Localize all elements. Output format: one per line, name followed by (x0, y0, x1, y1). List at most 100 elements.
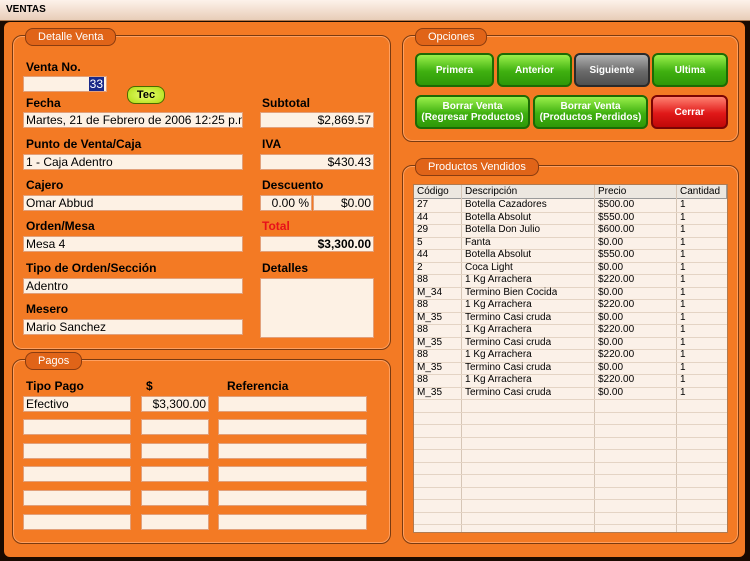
cell-precio: $0.00 (598, 286, 624, 298)
pago-monto-field[interactable] (141, 443, 209, 459)
header-codigo[interactable]: Código (414, 185, 462, 199)
header-cantidad[interactable]: Cantidad (677, 185, 727, 199)
table-row[interactable]: 88 1 Kg Arrachera $220.00 1 (414, 324, 727, 338)
subtotal-label: Subtotal (262, 96, 310, 110)
borrar-perdidos-button[interactable]: Borrar Venta (Productos Perdidos) (533, 95, 648, 129)
siguiente-button[interactable]: Siguiente (574, 53, 650, 87)
detalle-venta-panel: Detalle Venta Venta No. 33 Tec Fecha Mar… (12, 28, 391, 350)
table-row[interactable] (414, 449, 727, 463)
table-row[interactable]: 88 1 Kg Arrachera $220.00 1 (414, 349, 727, 363)
descuento-pct-field[interactable]: 0.00 % (260, 195, 312, 211)
header-descripcion[interactable]: Descripción (462, 185, 595, 199)
table-row[interactable]: 44 Botella Absolut $550.00 1 (414, 212, 727, 225)
pago-referencia-field[interactable] (218, 419, 367, 435)
table-row[interactable]: 44 Botella Absolut $550.00 1 (414, 249, 727, 263)
pago-referencia-field[interactable] (218, 466, 367, 482)
borrar-regresar-button[interactable]: Borrar Venta (Regresar Productos) (415, 95, 530, 129)
cell-descripcion: Botella Don Julio (465, 224, 541, 235)
venta-no-input[interactable]: 33 (23, 76, 107, 92)
cell-descripcion: 1 Kg Arrachera (465, 349, 532, 360)
borrar-regresar-line1: Borrar Venta (442, 101, 503, 112)
table-row[interactable]: M_35 Termino Casi cruda $0.00 1 (414, 361, 727, 375)
pago-tipo-field[interactable] (23, 443, 131, 459)
pago-tipo-field[interactable] (23, 514, 131, 530)
cell-descripcion: 1 Kg Arrachera (465, 374, 532, 385)
cell-precio: $0.00 (598, 261, 624, 273)
pago-tipo-field[interactable] (23, 466, 131, 482)
anterior-button[interactable]: Anterior (497, 53, 572, 87)
title-bar[interactable]: VENTAS (0, 0, 750, 21)
cell-descripcion: Botella Absolut (465, 249, 532, 260)
pago-referencia-field[interactable] (218, 514, 367, 530)
table-row[interactable] (414, 499, 727, 513)
orden-mesa-label: Orden/Mesa (26, 219, 95, 233)
pago-monto-field[interactable] (141, 466, 209, 482)
cell-codigo: 44 (417, 249, 429, 260)
pago-monto-field[interactable] (141, 419, 209, 435)
cell-descripcion: Termino Casi cruda (465, 336, 552, 348)
cell-precio: $0.00 (598, 361, 624, 373)
table-row[interactable]: M_35 Termino Casi cruda $0.00 1 (414, 336, 727, 350)
punto-venta-field[interactable]: 1 - Caja Adentro (23, 154, 243, 170)
pago-monto-field[interactable] (141, 490, 209, 506)
table-row[interactable]: M_35 Termino Casi cruda $0.00 1 (414, 312, 727, 325)
table-row[interactable] (414, 424, 727, 438)
cell-precio: $220.00 (598, 324, 635, 335)
table-row[interactable]: 2 Coca Light $0.00 1 (414, 261, 727, 275)
table-row[interactable]: 88 1 Kg Arrachera $220.00 1 (414, 274, 727, 288)
cajero-label: Cajero (26, 178, 64, 192)
table-row[interactable] (414, 474, 727, 488)
cell-codigo: 88 (417, 324, 429, 335)
pago-referencia-field[interactable] (218, 490, 367, 506)
iva-field[interactable]: $430.43 (260, 154, 374, 170)
cell-codigo: M_35 (417, 386, 443, 398)
table-row[interactable]: 88 1 Kg Arrachera $220.00 1 (414, 299, 727, 313)
table-row[interactable] (414, 437, 727, 450)
cajero-field[interactable]: Omar Abbud (23, 195, 243, 211)
table-row[interactable]: M_35 Termino Casi cruda $0.00 1 (414, 386, 727, 400)
cell-precio: $550.00 (598, 249, 635, 260)
pago-tipo-field[interactable] (23, 419, 131, 435)
cell-descripcion: Botella Cazadores (465, 199, 547, 210)
table-row[interactable]: 5 Fanta $0.00 1 (414, 236, 727, 250)
table-row[interactable]: 29 Botella Don Julio $600.00 1 (414, 224, 727, 238)
detalles-textarea[interactable] (260, 278, 374, 338)
cell-precio: $220.00 (598, 274, 635, 285)
table-row[interactable] (414, 412, 727, 425)
ultima-button[interactable]: Ultima (652, 53, 728, 87)
total-field[interactable]: $3,300.00 (260, 236, 374, 252)
tipo-orden-field[interactable]: Adentro (23, 278, 243, 294)
table-row[interactable] (414, 512, 727, 525)
cell-descripcion: 1 Kg Arrachera (465, 274, 532, 285)
table-row[interactable] (414, 487, 727, 500)
fecha-field[interactable]: Martes, 21 de Febrero de 2006 12:25 p.m. (23, 112, 243, 128)
pago-tipo-field[interactable]: Efectivo (23, 396, 131, 412)
pago-referencia-field[interactable] (218, 443, 367, 459)
mesero-label: Mesero (26, 302, 69, 316)
table-row[interactable]: 88 1 Kg Arrachera $220.00 1 (414, 374, 727, 388)
cell-codigo: 88 (417, 349, 429, 360)
pagos-title: Pagos (25, 352, 83, 370)
pago-tipo-field[interactable] (23, 490, 131, 506)
cerrar-button[interactable]: Cerrar (651, 95, 728, 129)
table-row[interactable]: 27 Botella Cazadores $500.00 1 (414, 199, 727, 213)
orden-mesa-field[interactable]: Mesa 4 (23, 236, 243, 252)
table-row[interactable] (414, 524, 727, 532)
descuento-monto-field[interactable]: $0.00 (313, 195, 374, 211)
window-title: VENTAS (6, 4, 46, 15)
tec-button[interactable]: Tec (127, 86, 165, 104)
primera-button[interactable]: Primera (415, 53, 494, 87)
pago-referencia-field[interactable] (218, 396, 367, 412)
table-row[interactable] (414, 462, 727, 475)
productos-title: Productos Vendidos (415, 158, 539, 176)
cell-descripcion: Coca Light (465, 261, 513, 273)
productos-grid[interactable]: Código Descripción Precio Cantidad 27 Bot… (413, 184, 728, 533)
mesero-field[interactable]: Mario Sanchez (23, 319, 243, 335)
pago-monto-field[interactable]: $3,300.00 (141, 396, 209, 412)
cell-codigo: 5 (417, 236, 423, 248)
header-precio[interactable]: Precio (595, 185, 677, 199)
pago-monto-field[interactable] (141, 514, 209, 530)
table-row[interactable] (414, 399, 727, 413)
table-row[interactable]: M_34 Termino Bien Cocida $0.00 1 (414, 286, 727, 300)
subtotal-field[interactable]: $2,869.57 (260, 112, 374, 128)
